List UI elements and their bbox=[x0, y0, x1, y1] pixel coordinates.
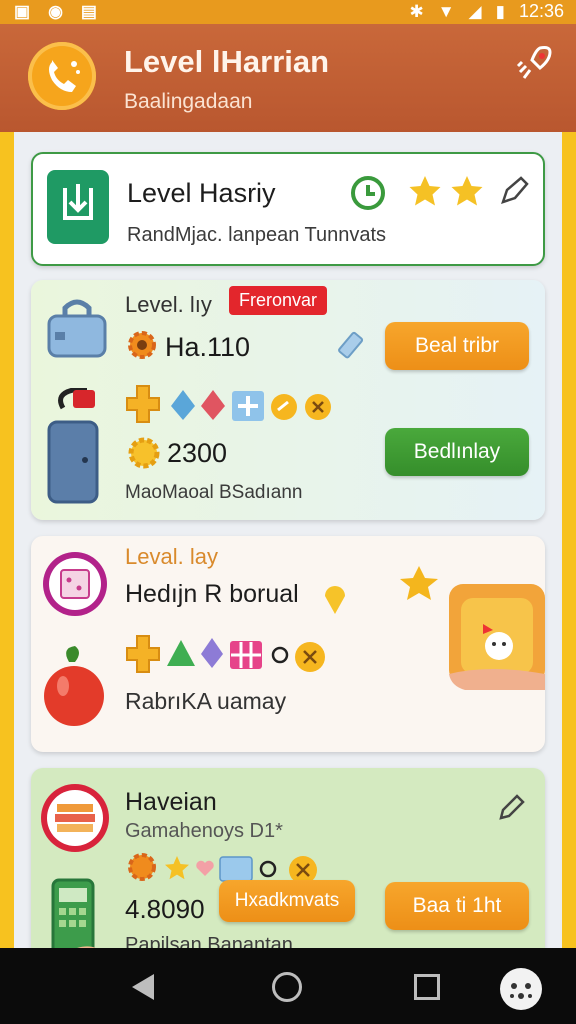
bluetooth-icon: ✱ bbox=[409, 1, 424, 21]
edit-icon[interactable] bbox=[497, 174, 531, 213]
card2-value1: Ha.110 bbox=[165, 332, 251, 362]
back-icon[interactable] bbox=[132, 974, 154, 1000]
star-icon bbox=[449, 174, 485, 215]
star-icon bbox=[407, 174, 443, 215]
level-card-reward: Leval. lay Hedıjn R borual RabrıKA uamay bbox=[31, 536, 545, 752]
main-content: Level Hasriy RandMjac. lanpean Tunnvats … bbox=[14, 132, 562, 948]
card3-footer: RabrıKA uamay bbox=[125, 688, 287, 714]
coin-icon bbox=[303, 392, 333, 427]
card2-primary-button[interactable]: Beal tribr bbox=[385, 322, 529, 370]
card3-label: Leval. lay bbox=[125, 544, 218, 569]
card4-subtitle: Gamahenoys D1* bbox=[125, 820, 283, 842]
download-app-icon bbox=[47, 170, 109, 244]
notification-icon: ▣ bbox=[14, 2, 31, 21]
status-time: 12:36 bbox=[518, 1, 564, 21]
gear-icon bbox=[125, 850, 159, 889]
home-icon[interactable] bbox=[272, 972, 302, 1002]
treasure-chest-icon bbox=[389, 554, 545, 709]
app-bar: Level lHarrian Baalingadaan bbox=[0, 24, 576, 132]
app-title: Level lHarrian bbox=[124, 44, 330, 79]
pin-icon bbox=[321, 580, 349, 621]
star-icon bbox=[163, 854, 191, 887]
card4-primary-button[interactable]: Baa ti 1ht bbox=[385, 882, 529, 930]
pencil-icon[interactable] bbox=[497, 792, 527, 827]
toolbox-icon bbox=[45, 292, 109, 369]
cross-icon bbox=[125, 384, 161, 429]
phone-logo-icon bbox=[49, 60, 80, 92]
card1-subtitle: RandMjac. lanpean Tunnvats bbox=[127, 224, 387, 246]
plus-tile-icon bbox=[231, 390, 265, 427]
app-subtitle: Baalingadaan bbox=[124, 90, 253, 113]
level-card-secondary: Level. lıy Freronvar Ha.110 Beal tribr 2… bbox=[31, 280, 545, 520]
card2-value2: 2300 bbox=[167, 438, 228, 468]
card2-footer: MaoMaoal BSadıann bbox=[125, 482, 303, 503]
card1-title: Level Hasriy bbox=[127, 178, 276, 208]
red-gem-icon bbox=[199, 388, 227, 427]
loop-icon bbox=[269, 644, 291, 671]
assistant-face-icon[interactable] bbox=[500, 968, 542, 1010]
card2-label: Level. lıy bbox=[125, 292, 212, 317]
rocket-icon bbox=[516, 46, 552, 79]
card4-footer: Papilsan Banantan bbox=[125, 934, 293, 948]
timer-icon bbox=[349, 174, 387, 217]
card4-value: 4.8090 bbox=[125, 894, 205, 924]
calculator-icon bbox=[47, 878, 111, 948]
recent-apps-icon[interactable] bbox=[414, 974, 440, 1000]
coin-icon bbox=[293, 640, 327, 679]
grid-tile-icon bbox=[229, 640, 263, 675]
signal-icon: ◢ bbox=[468, 1, 482, 21]
wifi-icon: ▼ bbox=[437, 1, 455, 21]
card4-tag-button[interactable]: Hxadkmvats bbox=[219, 880, 355, 922]
level-card-primary[interactable]: Level Hasriy RandMjac. lanpean Tunnvats bbox=[31, 152, 545, 266]
blue-gem-icon bbox=[169, 388, 197, 427]
battery-icon: ▮ bbox=[495, 1, 505, 21]
gear-icon bbox=[125, 328, 159, 367]
navigation-bar bbox=[0, 948, 576, 1024]
heart-icon bbox=[195, 858, 215, 883]
rocket-button[interactable] bbox=[514, 42, 556, 84]
purple-gem-icon bbox=[199, 636, 225, 675]
cross-icon bbox=[125, 634, 161, 679]
notification-icons: ▣ ◉ ▤ bbox=[14, 2, 97, 22]
coin-icon bbox=[269, 392, 299, 427]
level-card-progress: Haveian Gamahenoys D1* 4.8090 Hxadkmvats… bbox=[31, 768, 545, 948]
card2-secondary-button[interactable]: Bedlınlay bbox=[385, 428, 529, 476]
eraser-icon bbox=[337, 330, 367, 365]
green-triangle-icon bbox=[165, 638, 197, 673]
status-badge: Freronvar bbox=[229, 286, 328, 315]
status-indicators: ✱ ▼ ◢ ▮ 12:36 bbox=[409, 1, 564, 22]
status-bar: ▣ ◉ ▤ ✱ ▼ ◢ ▮ 12:36 bbox=[0, 0, 576, 24]
apple-icon bbox=[39, 644, 109, 735]
download-icon: ▤ bbox=[80, 2, 97, 21]
media-icon: ◉ bbox=[48, 2, 63, 21]
books-icon bbox=[39, 782, 111, 859]
card3-title: Hedıjn R borual bbox=[125, 580, 299, 608]
power-bank-icon bbox=[45, 387, 105, 509]
app-logo bbox=[28, 42, 96, 110]
gear-icon bbox=[125, 434, 163, 477]
card4-title: Haveian bbox=[125, 788, 217, 816]
gift-box-icon bbox=[41, 550, 109, 623]
